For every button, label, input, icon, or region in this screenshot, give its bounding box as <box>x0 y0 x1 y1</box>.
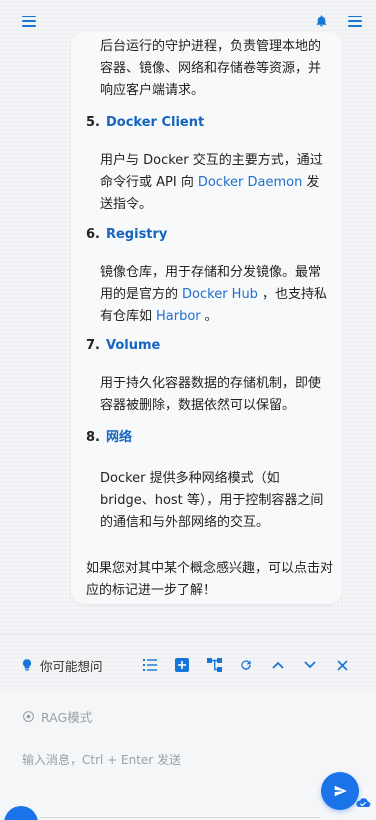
close-icon[interactable] <box>326 649 358 681</box>
assistant-message-bubble: 后台运行的守护进程，负责管理本地的容器、镜像、网络和存储卷等资源，并响应客户端请… <box>71 32 342 604</box>
item-description: 用户与 Docker 交互的主要方式，通过命令行或 API 向 Docker Da… <box>100 153 323 212</box>
refresh-icon[interactable] <box>230 649 262 681</box>
item-description: 镜像仓库，用于存储和分发镜像。最常用的是官方的 Docker Hub ，也支持私有仓… <box>100 265 327 324</box>
lightbulb-icon <box>20 657 34 673</box>
suggestion-tools <box>134 649 358 681</box>
add-box-icon[interactable] <box>166 649 198 681</box>
message-input[interactable] <box>22 748 302 772</box>
chevron-down-icon[interactable] <box>294 649 326 681</box>
closing-paragraph: 如果您对其中某个概念感兴趣，可以点击对应的标记进一步了解！ <box>86 561 334 598</box>
branch-icon[interactable] <box>198 649 230 681</box>
item-description: 用于持久化容器数据的存储机制，即使容器被删除，数据依然可以保留。 <box>100 376 322 413</box>
rag-mode-label: RAG模式 <box>41 710 93 725</box>
divider <box>40 817 320 818</box>
item-number: 5. <box>86 115 100 130</box>
item-title: 网络 <box>105 430 132 445</box>
brain-icon <box>22 710 35 723</box>
item-description: Docker 提供多种网络模式（如 bridge、host 等），用于控制容器之… <box>100 471 324 530</box>
item-title: Docker Client <box>105 115 205 130</box>
send-button[interactable] <box>321 772 359 810</box>
divider <box>0 634 376 635</box>
item-number: 8. <box>86 430 100 445</box>
suggestion-bar: 你可能想问 <box>0 648 376 682</box>
bell-icon[interactable] <box>315 14 328 28</box>
item-title: Volume <box>105 338 161 353</box>
item-number: 7. <box>86 338 100 353</box>
menu-icon[interactable] <box>348 15 362 27</box>
item-title: Registry <box>105 227 168 242</box>
chevron-up-icon[interactable] <box>262 649 294 681</box>
list-icon[interactable] <box>134 649 166 681</box>
suggestion-label: 你可能想问 <box>40 658 103 674</box>
send-icon <box>333 784 348 798</box>
list-item-heading: 7. Volume <box>86 335 160 357</box>
concept-link[interactable]: Harbor <box>152 309 205 324</box>
list-item-heading: 5. Docker Client <box>86 112 204 134</box>
list-item-heading: 6. Registry <box>86 224 167 246</box>
top-bar-actions <box>315 14 362 28</box>
list-item-heading: 8. 网络 <box>86 427 132 449</box>
chat-input-area: RAG模式 <box>0 690 376 820</box>
menu-icon[interactable] <box>22 15 36 27</box>
cloud-check-icon <box>355 795 371 811</box>
rag-mode-toggle[interactable]: RAG模式 <box>22 707 92 726</box>
intro-paragraph: 后台运行的守护进程，负责管理本地的容器、镜像、网络和存储卷等资源，并响应客户端请… <box>100 39 322 98</box>
concept-link[interactable]: Docker Daemon <box>194 175 306 190</box>
concept-link[interactable]: Docker Hub <box>178 287 262 302</box>
item-number: 6. <box>86 227 100 242</box>
